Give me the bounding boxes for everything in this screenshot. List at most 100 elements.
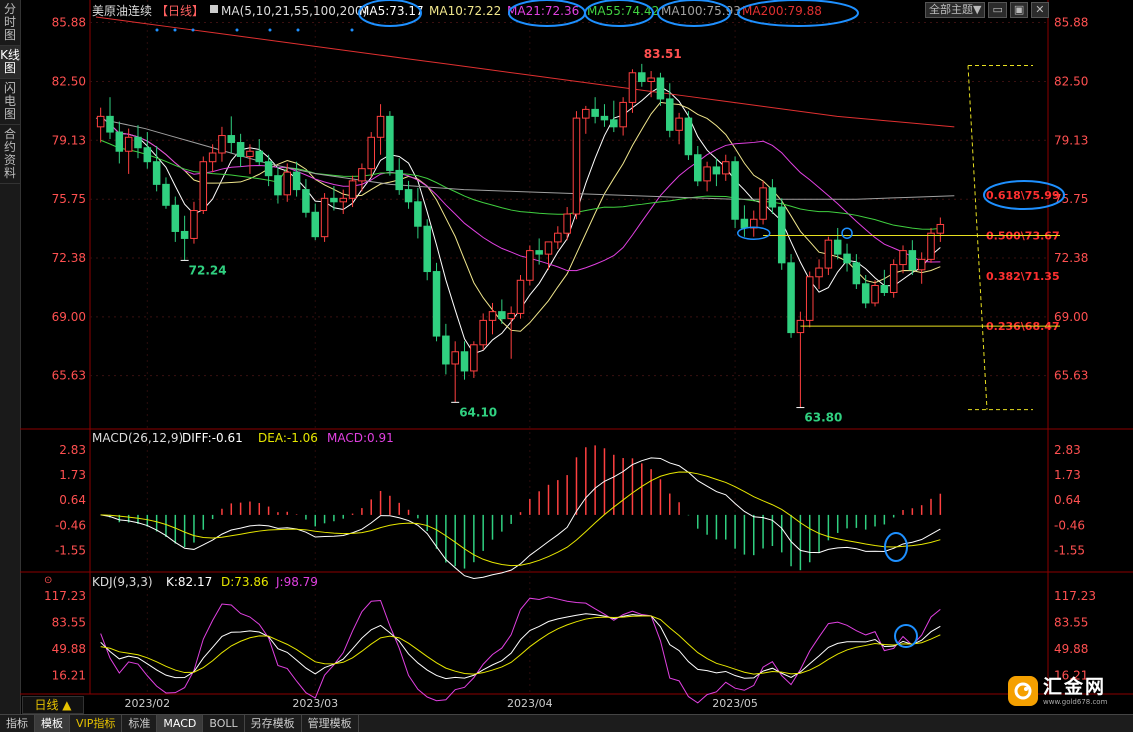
macd-readout: DIFF:-0.61	[182, 431, 243, 445]
bottom-tab-2[interactable]: VIP指标	[70, 715, 123, 732]
candle-body	[432, 271, 441, 337]
candle-body	[460, 351, 469, 372]
candle-body	[656, 77, 665, 100]
candle-body	[600, 115, 609, 121]
y-tick-label: 72.38	[1054, 251, 1088, 265]
candle-body	[666, 98, 674, 131]
x-tick-label: 2023/05	[712, 697, 758, 710]
candle-body	[516, 279, 525, 314]
low-label: 64.10	[459, 405, 497, 419]
bottom-tab-1[interactable]: 模板	[35, 715, 70, 732]
y-tick-label: 16.21	[52, 668, 86, 682]
y-tick-label: 1.73	[1054, 468, 1081, 482]
candle-body	[171, 204, 180, 232]
candle-body	[871, 285, 879, 304]
candle-body	[908, 250, 917, 271]
logo-icon	[1008, 676, 1038, 706]
y-tick-label: 2.83	[1054, 443, 1081, 457]
bottom-tab-0[interactable]: 指标	[0, 715, 35, 732]
ma-indicator-icon	[210, 5, 218, 13]
candle-body	[936, 223, 945, 234]
ma-line-ma100	[95, 117, 955, 200]
candle-body	[479, 319, 487, 346]
marker-dot	[155, 28, 159, 32]
candle-body	[572, 117, 581, 215]
marker-dot	[296, 28, 300, 32]
candle-body	[927, 232, 935, 260]
y-tick-label: 0.64	[59, 493, 86, 507]
y-tick-label: 83.55	[52, 616, 86, 630]
y-tick-label: 49.88	[52, 642, 86, 656]
sidebar-tab-3[interactable]: 合约资料	[0, 125, 20, 184]
candle-body	[703, 166, 711, 182]
candle-body	[824, 239, 833, 269]
fib-diagonal	[967, 65, 988, 410]
candle-body	[488, 311, 497, 321]
candle-body	[143, 147, 152, 163]
y-tick-label: 117.23	[1054, 589, 1096, 603]
candle-body	[843, 253, 851, 264]
y-tick-label: 82.50	[52, 74, 86, 88]
restore-icon[interactable]: ▣	[1009, 2, 1029, 18]
kdj-readout: K:82.17	[166, 575, 212, 589]
candle-body	[152, 161, 161, 185]
marker-dot	[191, 28, 195, 32]
candle-body	[264, 161, 273, 177]
bottom-tab-5[interactable]: BOLL	[203, 715, 245, 732]
bottom-tab-6[interactable]: 另存模板	[245, 715, 302, 732]
candle-body	[106, 115, 114, 133]
candle-body	[610, 119, 618, 128]
kdj-title: KDJ(9,3,3)	[92, 575, 153, 589]
bottom-tab-4[interactable]: MACD	[157, 715, 204, 732]
candle-body	[880, 285, 889, 293]
candle-body	[246, 150, 254, 157]
sidebar-tab-2[interactable]: 闪电图	[0, 79, 20, 125]
top-right-controls: 全部主题▼ ▭ ▣ ✕	[925, 2, 1049, 18]
brand-logo: 汇金网 www.gold678.com	[1008, 672, 1128, 710]
kdj-j-line	[100, 596, 941, 704]
y-tick-label: -0.46	[1054, 518, 1085, 532]
bottom-tab-7[interactable]: 管理模板	[302, 715, 359, 732]
close-icon[interactable]: ✕	[1031, 2, 1049, 18]
y-tick-label: 83.55	[1054, 616, 1088, 630]
period-tag: 【日线】	[156, 4, 204, 18]
y-tick-label: -0.46	[55, 518, 86, 532]
candle-body	[283, 171, 292, 196]
y-tick-label: 79.13	[1054, 133, 1088, 147]
logo-url: www.gold678.com	[1043, 697, 1108, 706]
candle-body	[311, 211, 320, 238]
sidebar-tab-1[interactable]: K线图	[0, 46, 20, 79]
candle-body	[180, 230, 189, 239]
y-tick-label: 49.88	[1054, 642, 1088, 656]
macd-readout: MACD:0.91	[327, 431, 394, 445]
candle-body	[358, 168, 366, 182]
macd-diff-line	[100, 457, 941, 579]
candle-body	[507, 312, 515, 320]
x-tick-label: 2023/03	[292, 697, 338, 710]
candle-body	[292, 171, 301, 191]
candle-body	[777, 206, 786, 264]
candle-body	[339, 197, 348, 203]
candle-body	[96, 115, 105, 128]
candle-body	[544, 241, 553, 255]
candle-body	[442, 335, 450, 365]
fib-level-label: 0.618\75.99	[986, 189, 1060, 202]
candle-body	[787, 262, 795, 334]
x-tick-label: 2023/04	[507, 697, 553, 710]
sidebar-tab-0[interactable]: 分时图	[0, 0, 20, 46]
ma-line-ma55	[100, 139, 941, 230]
ma-readout: MA5:73.17	[359, 4, 424, 18]
bottom-tab-3[interactable]: 标准	[122, 715, 158, 732]
y-tick-label: 2.83	[59, 443, 86, 457]
candle-body	[721, 161, 730, 175]
candle-body	[498, 311, 506, 320]
ma-readout: MA10:72.22	[429, 4, 501, 18]
annotation-circle	[841, 227, 853, 239]
low-label: 72.24	[189, 263, 227, 277]
candle-body	[582, 108, 590, 119]
period-button[interactable]: 日线 ▲	[22, 696, 84, 714]
candle-body	[115, 131, 124, 152]
candle-body	[861, 283, 870, 304]
minimize-icon[interactable]: ▭	[988, 2, 1007, 18]
theme-select-button[interactable]: 全部主题▼	[925, 2, 986, 18]
